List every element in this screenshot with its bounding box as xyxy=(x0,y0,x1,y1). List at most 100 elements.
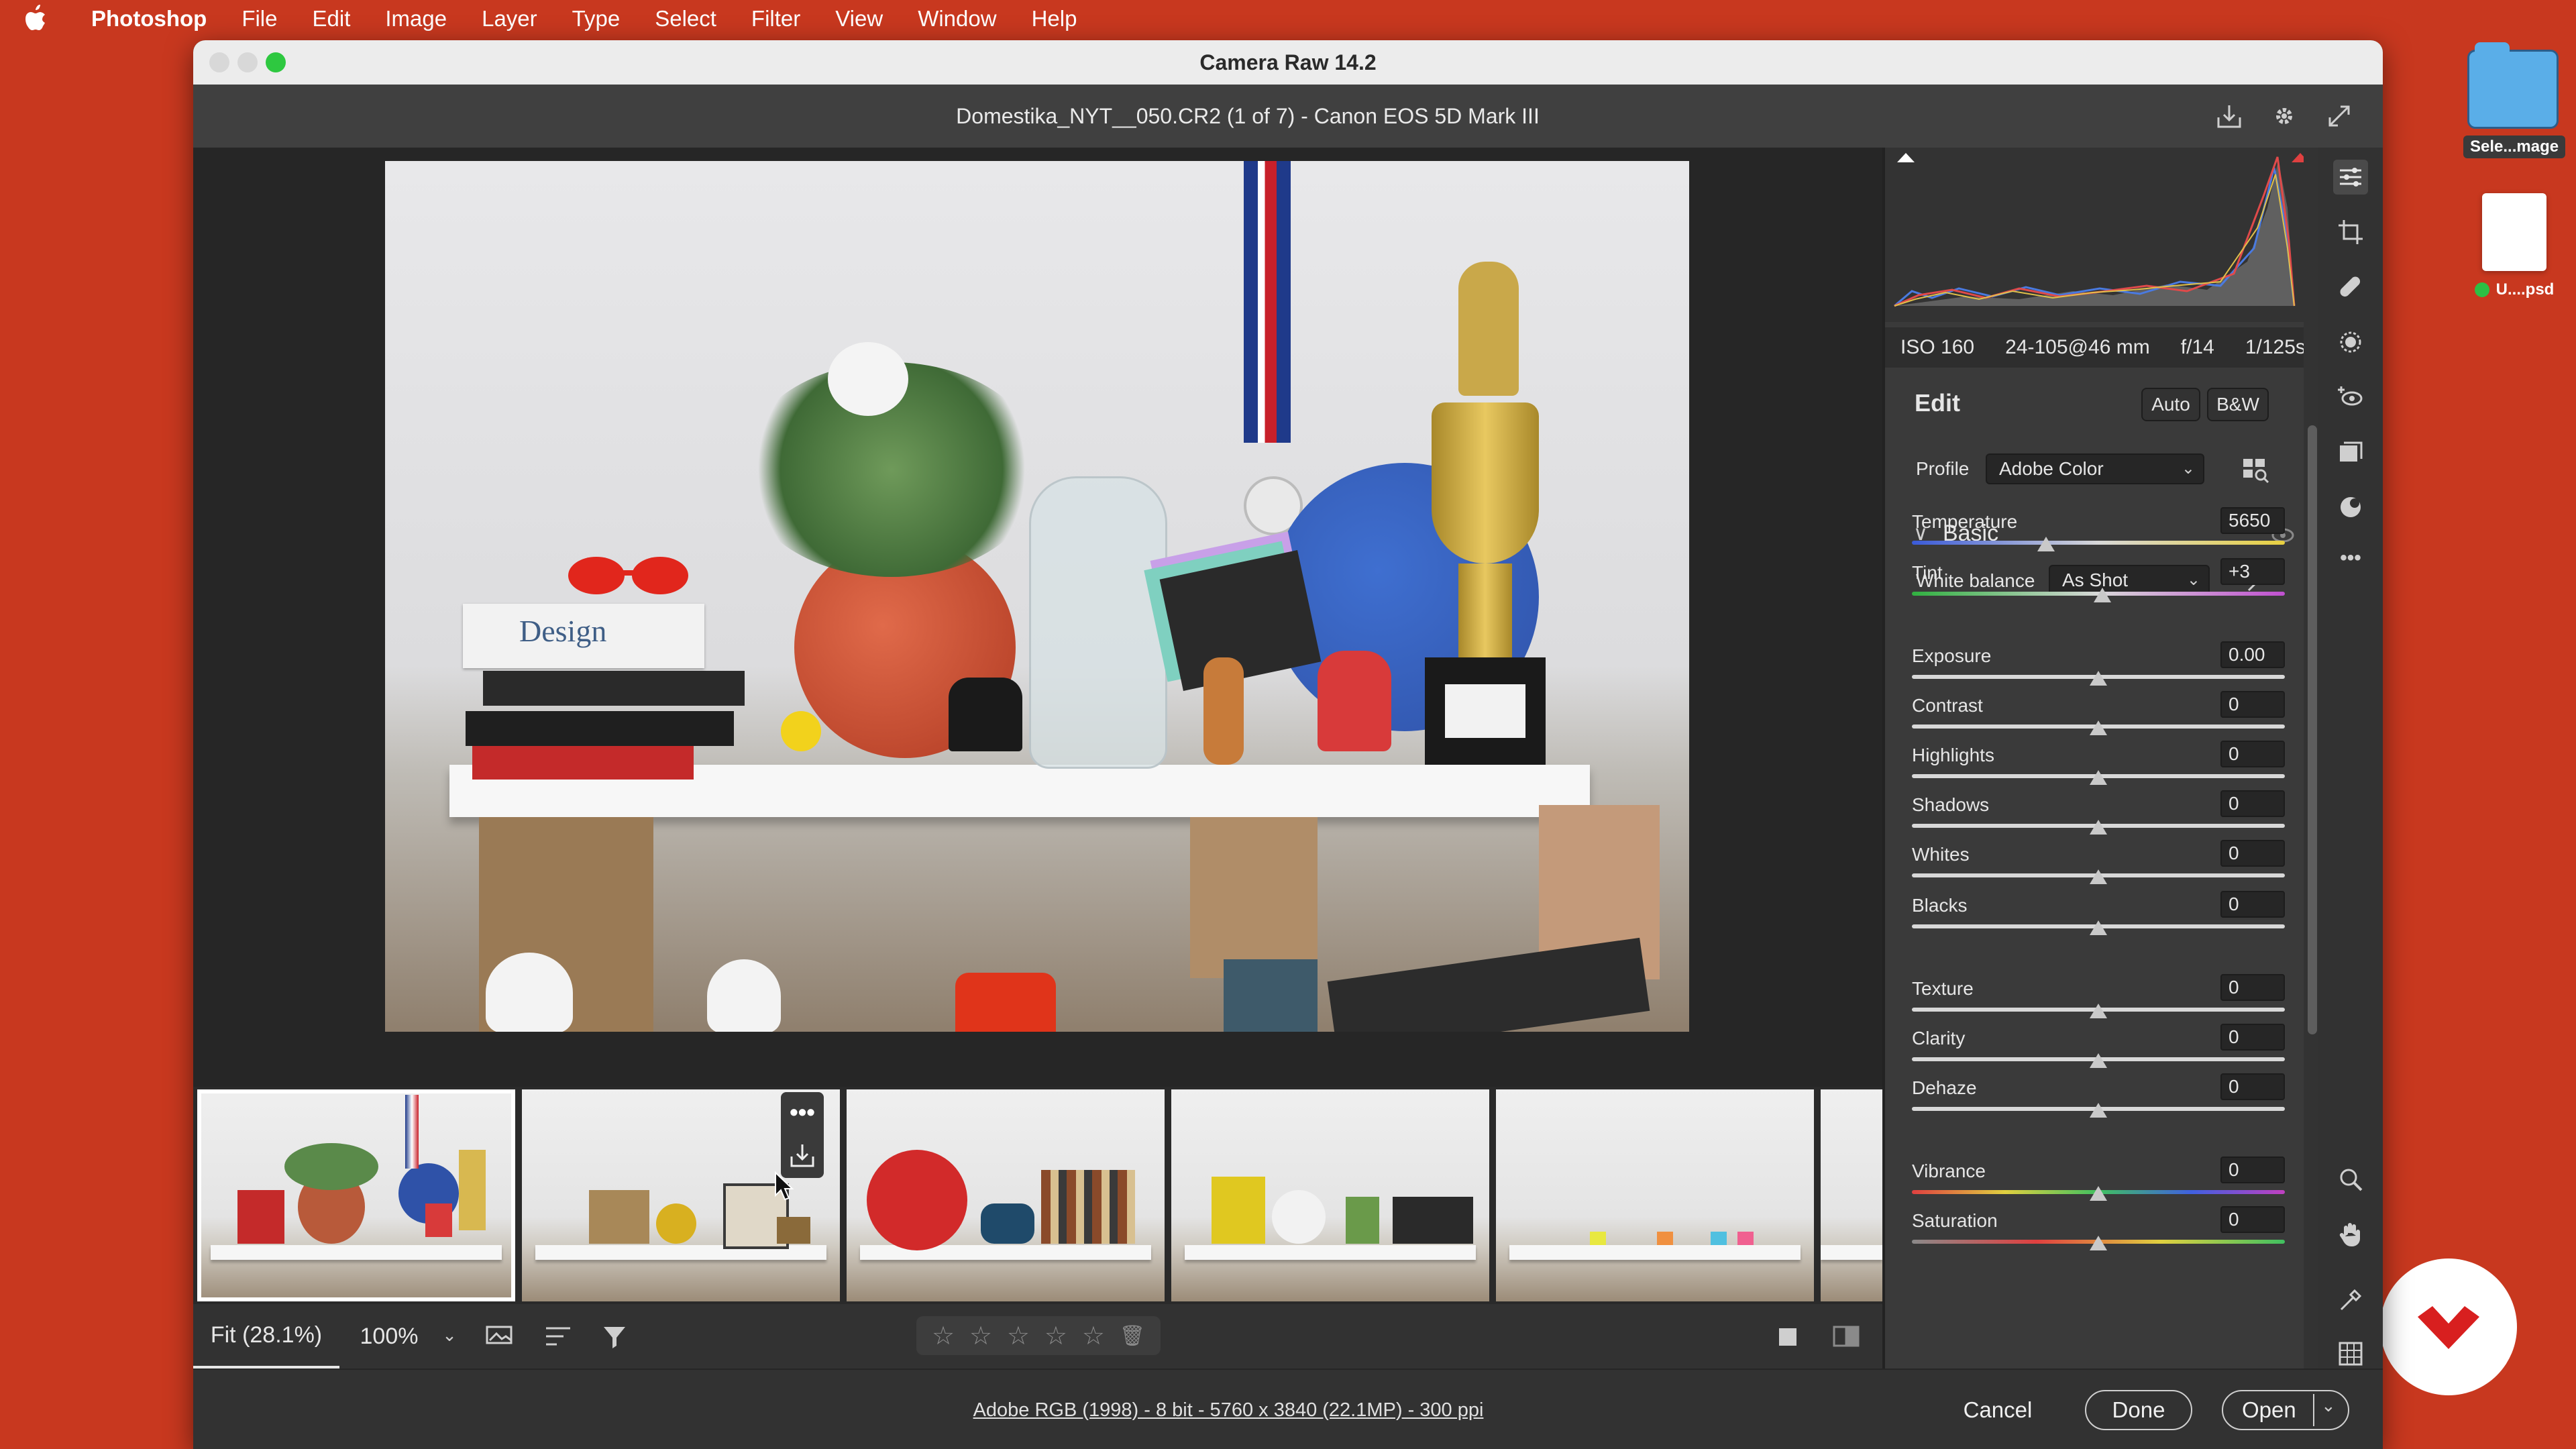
slider-value-field[interactable]: 0 xyxy=(2220,1073,2285,1100)
slider-thumb[interactable] xyxy=(2093,588,2111,602)
slider-thumb[interactable] xyxy=(2090,920,2107,935)
document-icon xyxy=(2482,193,2546,271)
menu-edit[interactable]: Edit xyxy=(295,6,368,32)
slider-value-field[interactable]: 0 xyxy=(2220,741,2285,767)
photo-black-tray xyxy=(1327,937,1650,1032)
menu-window[interactable]: Window xyxy=(900,6,1014,32)
menu-select[interactable]: Select xyxy=(637,6,734,32)
maximize-window-button[interactable] xyxy=(266,52,286,72)
menu-layer[interactable]: Layer xyxy=(464,6,555,32)
slider-thumb[interactable] xyxy=(2090,1236,2107,1250)
close-window-button[interactable] xyxy=(209,52,229,72)
masking-icon[interactable] xyxy=(2333,325,2368,360)
star-icon[interactable]: ☆ xyxy=(932,1321,955,1351)
open-button[interactable]: Open ⌄ xyxy=(2222,1390,2349,1430)
star-rating[interactable]: ☆ ☆ ☆ ☆ ☆ 🗑 xyxy=(916,1316,1161,1355)
grid-overlay-icon[interactable] xyxy=(2333,1336,2368,1371)
sort-icon[interactable] xyxy=(539,1318,577,1355)
color-sampler-icon[interactable] xyxy=(2333,1281,2368,1316)
filmstrip-thumbnail-6[interactable] xyxy=(1821,1089,1882,1301)
desktop-folder[interactable]: Sele...mage xyxy=(2463,42,2566,158)
slider-value-field[interactable]: 0 xyxy=(2220,891,2285,918)
main-photo[interactable]: Design xyxy=(385,161,1689,1032)
chevron-down-icon[interactable]: ⌄ xyxy=(2321,1395,2336,1416)
slider-value-field[interactable]: 0 xyxy=(2220,840,2285,867)
slider-value-field[interactable]: 0 xyxy=(2220,974,2285,1001)
filmstrip-thumbnail-1[interactable] xyxy=(197,1089,515,1301)
red-eye-icon[interactable] xyxy=(2333,380,2368,415)
save-image-icon[interactable] xyxy=(2212,99,2246,133)
menu-type[interactable]: Type xyxy=(555,6,638,32)
desktop-psd-file[interactable]: U....psd xyxy=(2466,193,2563,299)
slider-thumb[interactable] xyxy=(2090,869,2107,884)
slider-thumb[interactable] xyxy=(2090,770,2107,785)
apple-menu-icon[interactable] xyxy=(23,5,67,33)
more-options-icon[interactable]: ••• xyxy=(781,1092,824,1132)
menu-help[interactable]: Help xyxy=(1014,6,1095,32)
filmstrip-thumbnail-3[interactable] xyxy=(847,1089,1165,1301)
slider-thumb[interactable] xyxy=(2037,537,2055,551)
brand-logo-icon xyxy=(2418,1306,2479,1349)
slider-thumb[interactable] xyxy=(2090,1053,2107,1068)
slider-value-field[interactable]: 0.00 xyxy=(2220,641,2285,668)
shadow-clipping-icon[interactable] xyxy=(1896,152,1916,171)
slider-label: Blacks xyxy=(1912,895,1968,916)
menu-file[interactable]: File xyxy=(224,6,294,32)
more-tools-icon[interactable]: ••• xyxy=(2333,541,2368,576)
auto-button[interactable]: Auto xyxy=(2141,388,2200,421)
slider-thumb[interactable] xyxy=(2090,1103,2107,1118)
settings-gear-icon[interactable] xyxy=(2267,99,2301,133)
menu-view[interactable]: View xyxy=(818,6,900,32)
single-view-icon[interactable] xyxy=(1771,1320,1803,1352)
slider-thumb[interactable] xyxy=(2090,820,2107,835)
slider-value-field[interactable]: 0 xyxy=(2220,691,2285,718)
star-icon[interactable]: ☆ xyxy=(1007,1321,1030,1351)
done-button[interactable]: Done xyxy=(2085,1390,2192,1430)
filter-icon[interactable] xyxy=(596,1318,633,1355)
zoom-tool-icon[interactable] xyxy=(2333,1162,2368,1197)
zoom-dropdown-chevron-icon[interactable]: ⌄ xyxy=(436,1322,463,1348)
menu-filter[interactable]: Filter xyxy=(734,6,818,32)
crop-icon[interactable] xyxy=(2333,215,2368,250)
slider-thumb[interactable] xyxy=(2090,1004,2107,1018)
slider-value-field[interactable]: 5650 xyxy=(2220,507,2285,534)
cancel-button[interactable]: Cancel xyxy=(1951,1390,2045,1430)
zoom-fit-button[interactable]: Fit (28.1%) xyxy=(193,1304,339,1369)
tool-rail: ••• xyxy=(2318,148,2383,1393)
before-after-icon[interactable] xyxy=(1830,1320,1862,1352)
zoom-100-button[interactable]: 100% xyxy=(349,1304,429,1368)
star-icon[interactable]: ☆ xyxy=(1082,1321,1105,1351)
slider-value-field[interactable]: 0 xyxy=(2220,1024,2285,1051)
slider-value-field[interactable]: 0 xyxy=(2220,790,2285,817)
bw-button[interactable]: B&W xyxy=(2207,388,2269,421)
star-icon[interactable]: ☆ xyxy=(1044,1321,1067,1351)
slider-thumb[interactable] xyxy=(2090,1186,2107,1201)
photo-red-glasses xyxy=(559,550,694,597)
slider-label: Shadows xyxy=(1912,794,1990,815)
profile-browser-grid-icon[interactable] xyxy=(2242,456,2270,488)
slider-track[interactable] xyxy=(1912,541,2285,545)
thumbnail-save-icon[interactable] xyxy=(781,1135,824,1175)
workflow-options-link[interactable]: Adobe RGB (1998) - 8 bit - 5760 x 3840 (… xyxy=(784,1370,1673,1449)
slider-value-field[interactable]: 0 xyxy=(2220,1206,2285,1233)
snapshots-icon[interactable] xyxy=(2333,490,2368,525)
star-icon[interactable]: ☆ xyxy=(969,1321,992,1351)
slider-value-field[interactable]: +3 xyxy=(2220,558,2285,585)
healing-bandage-icon[interactable] xyxy=(2333,270,2368,305)
filmstrip-thumbnail-5[interactable] xyxy=(1496,1089,1814,1301)
minimize-window-button[interactable] xyxy=(237,52,258,72)
hand-tool-icon[interactable] xyxy=(2333,1217,2368,1252)
edit-sliders-icon[interactable] xyxy=(2333,160,2368,195)
slider-value-field[interactable]: 0 xyxy=(2220,1157,2285,1183)
slider-thumb[interactable] xyxy=(2090,720,2107,735)
menu-image[interactable]: Image xyxy=(368,6,464,32)
trash-icon[interactable]: 🗑 xyxy=(1120,1324,1145,1348)
slider-thumb[interactable] xyxy=(2090,671,2107,686)
menu-photoshop[interactable]: Photoshop xyxy=(67,6,224,32)
filmstrip-view-icon[interactable] xyxy=(482,1318,519,1355)
profile-dropdown[interactable]: Adobe Color ⌄ xyxy=(1986,453,2204,484)
fullscreen-icon[interactable] xyxy=(2322,99,2356,133)
presets-icon[interactable] xyxy=(2333,435,2368,470)
photo-white-flower xyxy=(828,342,908,416)
filmstrip-thumbnail-4[interactable] xyxy=(1171,1089,1489,1301)
